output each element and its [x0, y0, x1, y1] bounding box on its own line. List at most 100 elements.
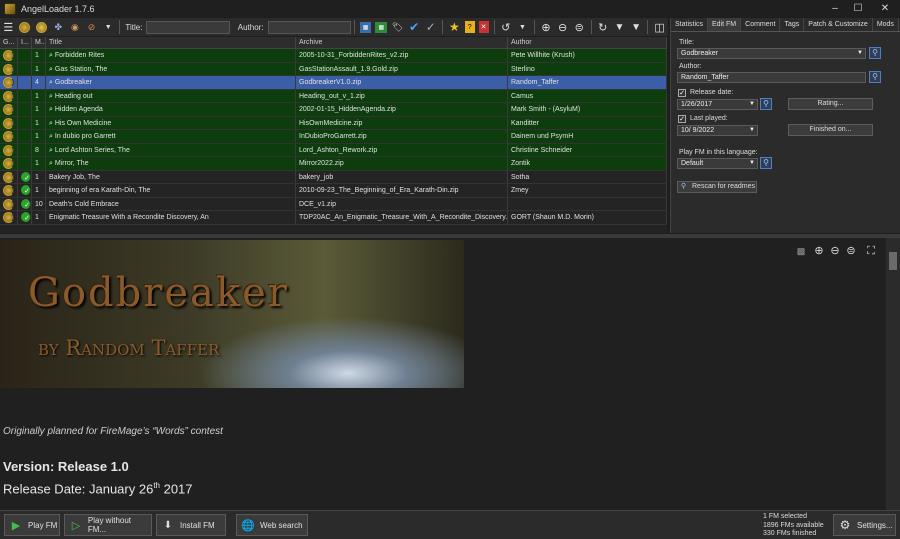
scrollbar-thumb[interactable] — [889, 252, 897, 270]
search-icon[interactable]: ⚲ — [760, 98, 772, 110]
rating-button[interactable]: Rating... — [788, 98, 873, 110]
tab-edit-fm[interactable]: Edit FM — [708, 18, 742, 31]
chevron-down-icon[interactable]: ▼ — [516, 20, 529, 34]
title-text: Hidden Agenda — [54, 106, 103, 113]
web-search-button[interactable]: 🌐 Web search — [236, 514, 308, 536]
table-row[interactable]: ✓ 1 Bakery Job, The bakery_job Sotha — [0, 170, 667, 184]
table-row[interactable]: 4 ⌕ Godbreaker GodbreakerV1.0.zip Random_Ta… — [0, 76, 667, 90]
column-header-missions[interactable]: M... — [32, 37, 46, 48]
layout-toggle-icon[interactable]: ◫ — [653, 20, 666, 34]
installed-cell: ✓ — [18, 211, 32, 224]
table-row[interactable]: 8 ⌕ Lord Ashton Series, The Lord_Ashton_Re… — [0, 143, 667, 157]
tdm-filter-icon[interactable]: ⊘ — [85, 20, 98, 34]
recent-history-icon[interactable]: ↺ — [499, 20, 512, 34]
zoom-reset-icon[interactable]: ⊜ — [573, 20, 586, 34]
table-row[interactable]: ✓ 1 beginning of era Karath-Din, The 2010-0… — [0, 184, 667, 198]
release-date-field[interactable]: 1/26/2017 ▼ — [677, 99, 758, 110]
language-select[interactable]: Default ▼ — [677, 158, 758, 169]
install-fm-button[interactable]: ⬇ Install FM — [156, 514, 226, 536]
edit-author-field[interactable]: Random_Taffer — [677, 72, 866, 83]
table-row[interactable]: 1 ⌕ His Own Medicine HisOwnMedicine.zip Kan… — [0, 116, 667, 130]
author-filter-input[interactable] — [267, 20, 351, 34]
last-played-field[interactable]: 10/ 9/2022 ▼ — [677, 125, 758, 136]
release-date-calendar-icon[interactable]: ▦ — [359, 21, 372, 33]
install-fm-label: Install FM — [180, 520, 215, 530]
rescan-readmes-button[interactable]: ⚲ Rescan for readmes — [677, 181, 757, 193]
chevron-down-icon[interactable]: ▼ — [102, 20, 115, 34]
table-row[interactable]: 1 ⌕ Gas Station, The GasStationAssault_1.9… — [0, 62, 667, 76]
zoom-out-icon[interactable]: ⊖ — [556, 20, 569, 34]
column-header-title[interactable]: Title — [46, 37, 296, 48]
toolbar-separator — [119, 20, 121, 34]
mission-count-cell: 4 — [32, 76, 46, 89]
finished-on-button[interactable]: Finished on... — [788, 124, 873, 136]
table-row[interactable]: 1 ⌕ Forbidden Rites 2005-10-31_ForbiddenRi… — [0, 49, 667, 63]
table-row[interactable]: 1 ⌕ Heading out Heading_out_v_1.zip Camus — [0, 89, 667, 103]
fullscreen-icon[interactable]: ⛶ — [864, 244, 878, 258]
refresh-icon[interactable]: ↻ — [596, 20, 609, 34]
settings-label: Settings... — [857, 520, 893, 530]
thief2-filter-icon[interactable] — [35, 20, 48, 34]
unfinished-icon[interactable]: ✓ — [424, 20, 437, 34]
tab-patch-customize[interactable]: Patch & Customize — [804, 18, 873, 31]
last-played-calendar-icon[interactable]: ▦ — [375, 21, 388, 33]
title-filter-input[interactable] — [146, 20, 230, 34]
play-without-fm-button[interactable]: ▷ Play without FM... — [64, 514, 152, 536]
readme-note: Originally planned for FireMage’s “Words… — [3, 426, 223, 437]
last-played-checkbox[interactable]: ✓ — [678, 115, 686, 123]
table-row[interactable]: ✓ 10 Death's Cold Embrace DCE_v1.zip — [0, 197, 667, 211]
show-unsupported-icon[interactable]: ? — [464, 21, 475, 33]
release-date-checkbox[interactable]: ✓ — [678, 89, 686, 97]
game-type-cell — [0, 62, 18, 75]
chevron-down-icon[interactable]: ▼ — [749, 159, 755, 168]
author-cell: Christine Schneider — [508, 143, 667, 156]
title-cell: ⌕ Gas Station, The — [46, 62, 296, 75]
search-icon[interactable]: ⚲ — [760, 157, 772, 169]
table-row[interactable]: 1 ⌕ Mirror, The Mirror2022.zip Zontik — [0, 157, 667, 171]
thief-game-icon — [3, 50, 14, 61]
column-header-author[interactable]: Author — [508, 37, 667, 48]
tab-tags[interactable]: Tags — [780, 18, 805, 31]
language-value: Default — [681, 160, 704, 167]
search-icon[interactable]: ⚲ — [869, 71, 881, 83]
author-cell: Zmey — [508, 184, 667, 197]
ss2-filter-icon[interactable]: ◉ — [69, 20, 82, 34]
column-header-installed[interactable]: I... — [18, 37, 32, 48]
chevron-down-icon[interactable]: ▼ — [749, 100, 755, 109]
column-header-archive[interactable]: Archive — [296, 37, 508, 48]
zoom-in-icon[interactable]: ⊕ — [812, 244, 826, 258]
zoom-reset-icon[interactable]: ⊜ — [844, 244, 858, 258]
zoom-out-icon[interactable]: ⊖ — [828, 244, 842, 258]
thief-game-icon — [3, 185, 14, 196]
tab-mods[interactable]: Mods — [873, 18, 899, 31]
chevron-down-icon[interactable]: ▼ — [749, 126, 755, 135]
clear-filters-icon[interactable]: ▼ — [613, 20, 626, 34]
table-row[interactable]: 1 ⌕ In dubio pro Garrett InDubioProGarrett… — [0, 130, 667, 144]
game-type-cell — [0, 49, 18, 62]
toolbar-separator — [493, 20, 495, 34]
maximize-button[interactable]: ☐ — [845, 0, 871, 17]
tab-comment[interactable]: Comment — [741, 18, 781, 31]
table-row[interactable]: 1 ⌕ Hidden Agenda 2002-01-15_HiddenAgenda.… — [0, 103, 667, 117]
thief1-filter-icon[interactable] — [19, 20, 32, 34]
close-button[interactable]: ✕ — [872, 0, 898, 17]
show-unavailable-icon[interactable]: ✕ — [478, 21, 489, 33]
filter-icon[interactable]: ▼ — [630, 20, 643, 34]
menu-icon[interactable]: ☰ — [2, 20, 15, 34]
readme-encoding-icon[interactable]: ▩ — [794, 244, 808, 258]
thief3-filter-icon[interactable]: ✤ — [52, 20, 65, 34]
rating-star-icon[interactable]: ★ — [448, 20, 461, 34]
readme-scrollbar[interactable] — [886, 238, 900, 510]
zoom-in-icon[interactable]: ⊕ — [540, 20, 553, 34]
archive-cell: DCE_v1.zip — [296, 197, 508, 210]
tab-statistics[interactable]: Statistics — [671, 18, 709, 31]
column-header-game[interactable]: G... — [0, 37, 18, 48]
search-icon[interactable]: ⚲ — [869, 47, 881, 59]
finished-icon[interactable]: ✔ — [408, 20, 421, 34]
settings-button[interactable]: ⚙ Settings... — [833, 514, 896, 536]
table-row[interactable]: ✓ 1 Enigmatic Treasure With a Recondite Di… — [0, 211, 667, 225]
edit-title-field[interactable]: Godbreaker ▼ — [677, 48, 866, 59]
play-fm-button[interactable]: ▶ Play FM — [4, 514, 60, 536]
chevron-down-icon[interactable]: ▼ — [857, 49, 863, 58]
tags-icon[interactable]: 🏷 — [391, 20, 404, 34]
